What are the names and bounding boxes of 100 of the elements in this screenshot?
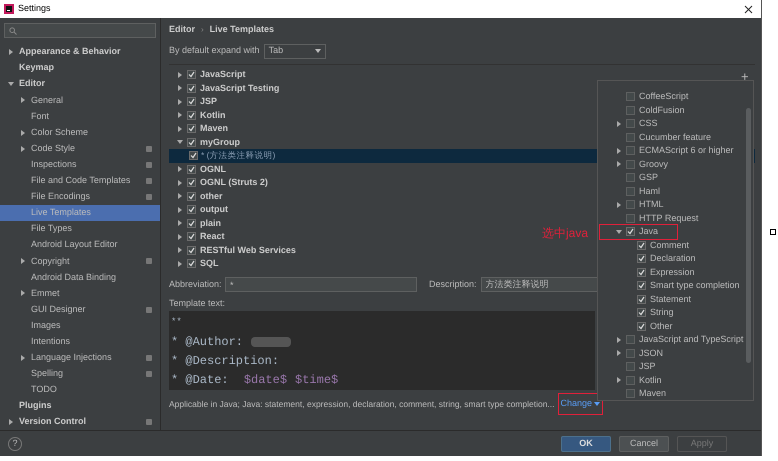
checkbox[interactable] xyxy=(626,186,635,196)
expand-arrow-icon[interactable] xyxy=(177,220,183,226)
change-link[interactable]: Change xyxy=(558,394,602,414)
sidebar-item[interactable]: Appearance & Behavior xyxy=(0,44,160,60)
checkbox[interactable] xyxy=(187,97,196,106)
checkbox[interactable] xyxy=(626,132,635,142)
add-button[interactable]: + xyxy=(741,70,749,83)
expand-arrow-icon[interactable] xyxy=(177,112,183,118)
sidebar-item[interactable]: Font xyxy=(0,108,160,124)
sidebar-item[interactable]: File Types xyxy=(0,221,160,238)
context-option-label[interactable]: HTML xyxy=(639,198,664,212)
checkbox[interactable] xyxy=(626,92,635,102)
collapse-arrow-icon[interactable] xyxy=(8,81,14,88)
expand-arrow-icon[interactable] xyxy=(20,97,26,104)
sidebar-item[interactable]: Images xyxy=(0,318,160,334)
sidebar-item[interactable]: Code Style xyxy=(0,140,160,157)
expand-arrow-icon[interactable] xyxy=(616,148,622,154)
resize-handle[interactable] xyxy=(770,229,776,235)
context-option-label[interactable]: Maven xyxy=(639,387,666,400)
checkbox[interactable] xyxy=(189,151,198,160)
checkbox[interactable] xyxy=(187,84,196,93)
expand-arrow-icon[interactable] xyxy=(177,166,183,172)
context-option-label[interactable]: Java xyxy=(639,225,658,238)
expand-arrow-icon[interactable] xyxy=(177,72,183,78)
template-group-label[interactable]: myGroup xyxy=(200,136,240,149)
checkbox[interactable] xyxy=(187,110,196,120)
checkbox[interactable] xyxy=(626,227,635,236)
context-option-label[interactable]: HTTP Request xyxy=(639,212,698,225)
checkbox[interactable] xyxy=(626,200,635,210)
context-option-label[interactable]: Haml xyxy=(639,184,660,198)
checkbox[interactable] xyxy=(637,268,646,277)
context-option-label[interactable]: JavaScript and TypeScript xyxy=(639,333,744,346)
ok-button[interactable]: OK xyxy=(561,436,611,452)
checkbox[interactable] xyxy=(626,348,635,358)
sidebar-item[interactable]: Android Layout Editor xyxy=(0,237,160,254)
expand-arrow-icon[interactable] xyxy=(616,202,622,208)
context-option-label[interactable]: JSP xyxy=(639,360,656,374)
abbreviation-field[interactable]: * xyxy=(225,277,417,292)
checkbox[interactable] xyxy=(637,294,646,304)
close-icon[interactable] xyxy=(744,4,753,14)
checkbox[interactable] xyxy=(626,335,635,344)
sidebar-item[interactable]: Android Data Binding xyxy=(0,269,160,286)
sidebar-item[interactable]: Editor xyxy=(0,76,160,92)
template-group-label[interactable]: plain xyxy=(200,216,222,230)
template-group-label[interactable]: React xyxy=(200,230,225,244)
context-option-label[interactable]: CSS xyxy=(639,117,658,130)
checkbox[interactable] xyxy=(626,362,635,372)
context-option-label[interactable]: Kotlin xyxy=(639,374,662,387)
expand-arrow-icon[interactable] xyxy=(20,130,26,136)
checkbox[interactable] xyxy=(626,376,635,385)
sidebar-item[interactable]: Intentions xyxy=(0,334,160,350)
sidebar-item[interactable]: Inspections xyxy=(0,156,160,173)
checkbox[interactable] xyxy=(187,178,196,188)
checkbox[interactable] xyxy=(626,160,635,169)
checkbox[interactable] xyxy=(637,240,646,250)
checkbox[interactable] xyxy=(626,146,635,156)
checkbox[interactable] xyxy=(637,281,646,290)
checkbox[interactable] xyxy=(626,106,635,115)
expand-arrow-icon[interactable] xyxy=(177,247,183,254)
template-group-label[interactable]: JavaScript Testing xyxy=(200,82,280,95)
sidebar-item[interactable]: Copyright xyxy=(0,253,160,270)
template-group-label[interactable]: OGNL xyxy=(200,162,226,176)
expand-arrow-icon[interactable] xyxy=(8,49,14,56)
context-option-label[interactable]: CoffeeScript xyxy=(639,90,688,104)
expand-arrow-icon[interactable] xyxy=(177,193,183,200)
context-option-label[interactable]: GSP xyxy=(639,171,658,184)
template-group-label[interactable]: OGNL (Struts 2) xyxy=(200,176,268,190)
checkbox[interactable] xyxy=(187,205,196,214)
checkbox[interactable] xyxy=(637,308,646,318)
expand-arrow-icon[interactable] xyxy=(616,350,622,356)
checkbox[interactable] xyxy=(187,218,196,228)
checkbox[interactable] xyxy=(187,70,196,80)
sidebar-item[interactable]: General xyxy=(0,92,160,108)
context-option-label[interactable]: Cucumber feature xyxy=(639,130,712,144)
sidebar-item[interactable]: Plugins xyxy=(0,398,160,414)
expand-arrow-icon[interactable] xyxy=(177,206,183,213)
sidebar-item[interactable]: Keymap xyxy=(0,60,160,76)
checkbox[interactable] xyxy=(187,164,196,174)
cancel-button[interactable]: Cancel xyxy=(619,436,669,452)
checkbox[interactable] xyxy=(187,124,196,134)
expand-arrow-icon[interactable] xyxy=(616,336,622,343)
checkbox[interactable] xyxy=(626,173,635,182)
breadcrumb-item[interactable]: Editor xyxy=(169,22,195,36)
sidebar-item[interactable]: Emmet xyxy=(0,285,160,302)
collapse-arrow-icon[interactable] xyxy=(177,139,183,146)
context-option-label[interactable]: JSON xyxy=(639,346,664,360)
expand-arrow-icon[interactable] xyxy=(20,354,26,361)
checkbox[interactable] xyxy=(626,389,635,398)
expand-arrow-icon[interactable] xyxy=(177,234,183,240)
expand-arrow-icon[interactable] xyxy=(177,180,183,186)
checkbox[interactable] xyxy=(187,192,196,201)
expand-arrow-icon[interactable] xyxy=(20,258,26,264)
expand-arrow-icon[interactable] xyxy=(20,290,26,296)
sidebar-item[interactable]: GUI Designer xyxy=(0,302,160,318)
template-text-editor[interactable]: ** * @Author: * @Description: * @Date: $date$ $time$ xyxy=(169,311,595,390)
expand-arrow-icon[interactable] xyxy=(177,98,183,105)
template-group-label[interactable]: Maven xyxy=(200,122,228,136)
expand-arrow-icon[interactable] xyxy=(616,161,622,168)
template-group-label[interactable]: Kotlin xyxy=(200,108,226,122)
context-option-label[interactable]: Expression xyxy=(650,266,695,279)
